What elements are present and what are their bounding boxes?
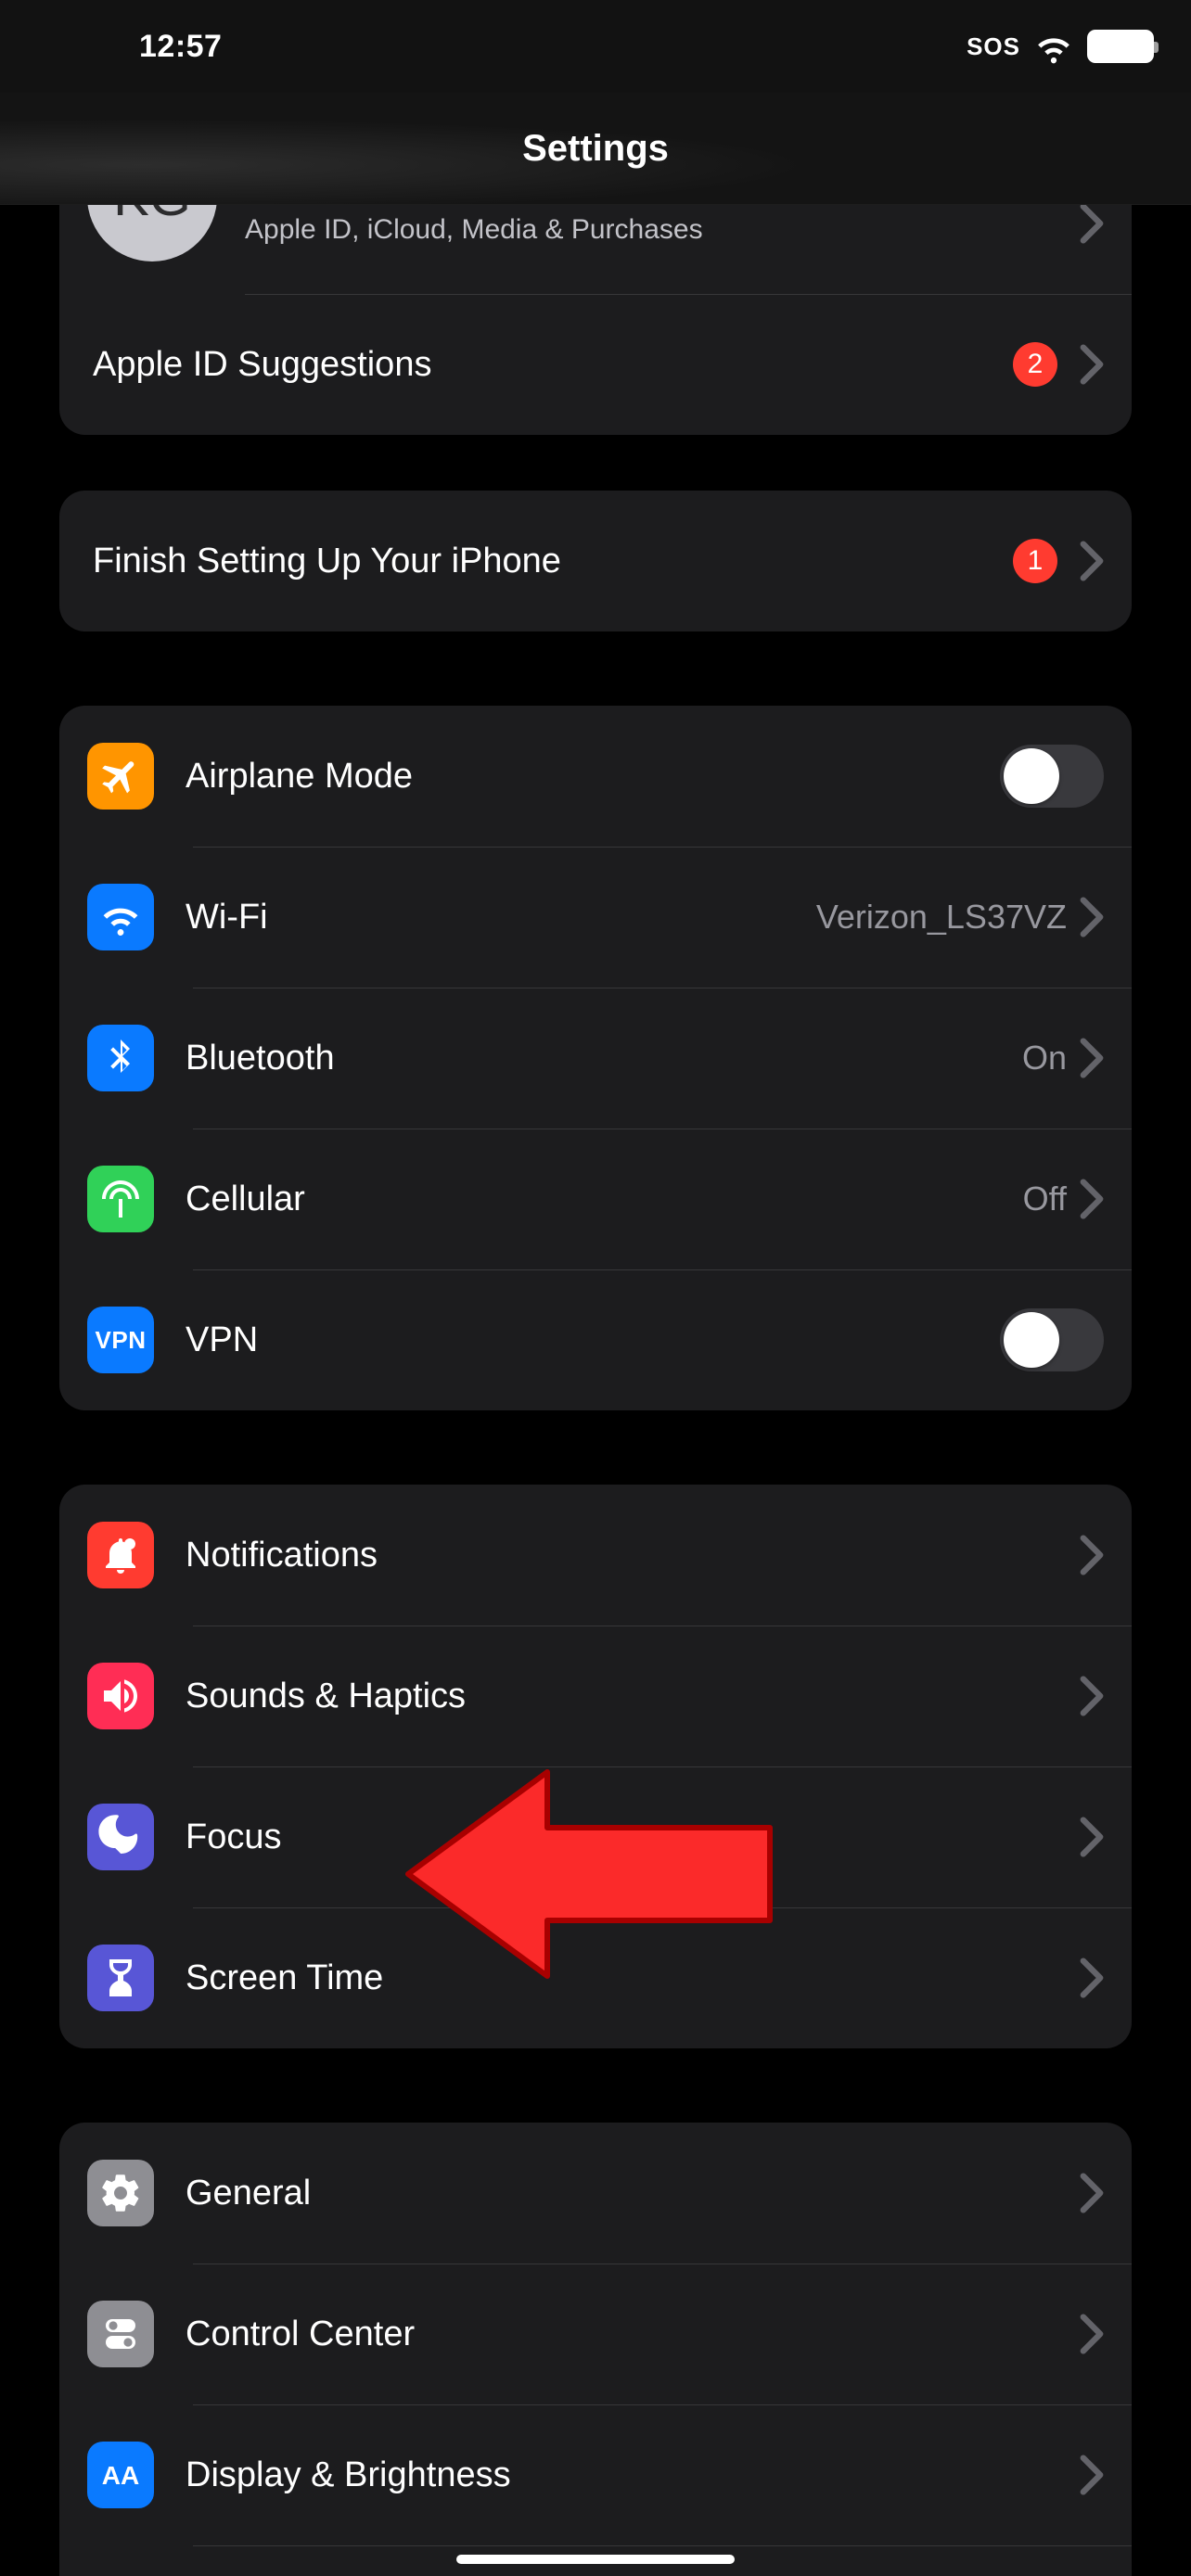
battery-icon — [1087, 30, 1154, 63]
finish-setup-label: Finish Setting Up Your iPhone — [87, 542, 1013, 581]
focus-row[interactable]: Focus — [59, 1766, 1132, 1907]
bluetooth-value: On — [1022, 1039, 1067, 1078]
cellular-icon — [87, 1166, 154, 1232]
notifications-row[interactable]: Notifications — [59, 1485, 1132, 1626]
status-right: SOS — [967, 26, 1154, 67]
focus-label: Focus — [186, 1817, 1080, 1857]
status-time: 12:57 — [139, 29, 222, 65]
chevron-right-icon — [1080, 1038, 1104, 1078]
nav-bar: Settings — [0, 93, 1191, 205]
general-section: General Control Center AA Display & Brig… — [59, 2123, 1132, 2576]
bluetooth-label: Bluetooth — [186, 1039, 1022, 1078]
badge: 1 — [1013, 539, 1057, 583]
display-brightness-icon: AA — [87, 2442, 154, 2508]
finish-setup-row[interactable]: Finish Setting Up Your iPhone 1 — [59, 491, 1132, 631]
wifi-label: Wi‑Fi — [186, 898, 816, 937]
vpn-label: VPN — [186, 1320, 1000, 1360]
chevron-right-icon — [1080, 1676, 1104, 1716]
notifications-label: Notifications — [186, 1536, 1080, 1575]
bluetooth-row[interactable]: Bluetooth On — [59, 988, 1132, 1129]
display-brightness-row[interactable]: AA Display & Brightness — [59, 2404, 1132, 2545]
general-row[interactable]: General — [59, 2123, 1132, 2264]
sounds-icon — [87, 1663, 154, 1729]
airplane-icon — [87, 743, 154, 810]
avatar: KG — [87, 205, 217, 261]
chevron-right-icon — [1080, 1958, 1104, 1998]
status-bar: 12:57 SOS — [0, 0, 1191, 93]
control-center-label: Control Center — [186, 2315, 1080, 2354]
apple-id-section: KG Kim Gedeon Apple ID, iCloud, Media & … — [59, 205, 1132, 435]
vpn-row[interactable]: VPN VPN — [59, 1269, 1132, 1410]
page-title: Settings — [522, 128, 669, 170]
airplane-mode-toggle[interactable] — [1000, 745, 1104, 808]
control-center-row[interactable]: Control Center — [59, 2264, 1132, 2404]
notifications-icon — [87, 1522, 154, 1588]
display-brightness-label: Display & Brightness — [186, 2455, 1080, 2495]
settings-content[interactable]: KG Kim Gedeon Apple ID, iCloud, Media & … — [0, 205, 1191, 2576]
svg-text:AA: AA — [102, 2461, 139, 2490]
sounds-row[interactable]: Sounds & Haptics — [59, 1626, 1132, 1766]
chevron-right-icon — [1080, 541, 1104, 581]
control-center-icon — [87, 2301, 154, 2367]
chevron-right-icon — [1080, 1535, 1104, 1575]
badge: 2 — [1013, 342, 1057, 387]
cellular-value: Off — [1023, 1180, 1067, 1218]
screen-time-label: Screen Time — [186, 1958, 1080, 1998]
cellular-label: Cellular — [186, 1180, 1023, 1219]
wifi-value: Verizon_LS37VZ — [816, 898, 1067, 937]
screen-time-icon — [87, 1945, 154, 2011]
airplane-mode-label: Airplane Mode — [186, 757, 1000, 797]
general-label: General — [186, 2174, 1080, 2213]
wifi-icon — [1033, 26, 1074, 67]
home-indicator[interactable] — [456, 2555, 735, 2564]
setup-section: Finish Setting Up Your iPhone 1 — [59, 491, 1132, 631]
apple-id-row[interactable]: KG Kim Gedeon Apple ID, iCloud, Media & … — [59, 205, 1132, 294]
chevron-right-icon — [1080, 897, 1104, 937]
chevron-right-icon — [1080, 205, 1104, 244]
attention-section: Notifications Sounds & Haptics Focus — [59, 1485, 1132, 2048]
sounds-label: Sounds & Haptics — [186, 1677, 1080, 1716]
airplane-mode-row[interactable]: Airplane Mode — [59, 706, 1132, 847]
chevron-right-icon — [1080, 1179, 1104, 1219]
wifi-icon — [87, 884, 154, 950]
bluetooth-icon — [87, 1025, 154, 1091]
apple-id-name: Kim Gedeon — [245, 205, 1080, 209]
vpn-toggle[interactable] — [1000, 1308, 1104, 1371]
general-icon — [87, 2160, 154, 2226]
vpn-icon: VPN — [87, 1307, 154, 1373]
screen-time-row[interactable]: Screen Time — [59, 1907, 1132, 2048]
chevron-right-icon — [1080, 2455, 1104, 2495]
chevron-right-icon — [1080, 2314, 1104, 2354]
focus-icon — [87, 1804, 154, 1870]
sos-indicator: SOS — [967, 32, 1020, 61]
apple-id-services: Apple ID, iCloud, Media & Purchases — [245, 214, 1080, 246]
apple-id-suggestions-label: Apple ID Suggestions — [87, 345, 1013, 385]
chevron-right-icon — [1080, 1817, 1104, 1857]
chevron-right-icon — [1080, 344, 1104, 385]
connectivity-section: Airplane Mode Wi‑Fi Verizon_LS37VZ Bluet… — [59, 706, 1132, 1410]
cellular-row[interactable]: Cellular Off — [59, 1129, 1132, 1269]
apple-id-suggestions-row[interactable]: Apple ID Suggestions 2 — [59, 294, 1132, 435]
wifi-row[interactable]: Wi‑Fi Verizon_LS37VZ — [59, 847, 1132, 988]
chevron-right-icon — [1080, 2173, 1104, 2213]
